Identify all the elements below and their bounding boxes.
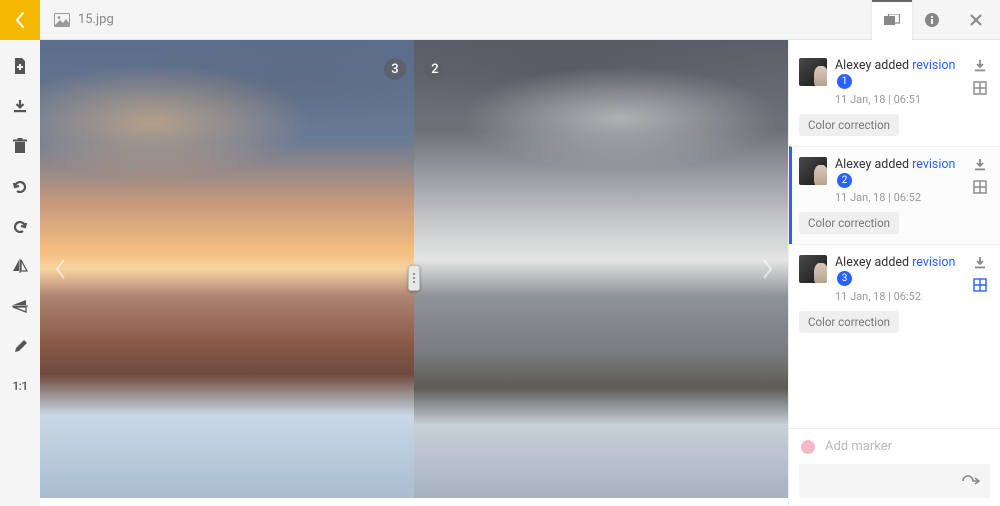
compare-tab[interactable] <box>872 0 912 40</box>
revision-download-button[interactable] <box>972 58 988 74</box>
download-button[interactable] <box>10 96 30 116</box>
compare-left-pane <box>40 40 414 498</box>
flip-horizontal-button[interactable] <box>10 296 30 316</box>
marker-color-dot <box>801 440 815 454</box>
undo-button[interactable] <box>10 216 30 236</box>
header-actions <box>872 0 1000 40</box>
add-marker-row[interactable]: Add marker <box>789 428 1000 464</box>
close-icon <box>969 13 983 27</box>
revision-compare-button[interactable] <box>972 80 988 96</box>
compare-slider-handle[interactable] <box>408 265 420 291</box>
info-icon <box>924 12 940 28</box>
image-icon <box>54 13 70 27</box>
comment-input[interactable] <box>799 464 990 498</box>
compare-view[interactable]: 3 2 <box>40 40 788 498</box>
revision-number-badge: 1 <box>837 74 852 89</box>
revision-number-badge: 3 <box>837 271 852 286</box>
avatar <box>799 58 827 86</box>
chevron-right-icon <box>761 257 775 281</box>
revision-title: Alexey added revision 1 <box>835 58 964 91</box>
zoom-ratio-button[interactable]: 1:1 <box>10 376 30 396</box>
revision-link[interactable]: revision <box>912 157 955 172</box>
revision-timestamp: 11 Jan, 18 | 06:52 <box>835 290 964 303</box>
chevron-left-icon <box>14 11 26 29</box>
download-icon <box>973 158 987 172</box>
revision-tag[interactable]: Color correction <box>799 212 899 234</box>
file-info: 15.jpg <box>40 12 872 27</box>
compare-icon <box>884 14 900 28</box>
delete-button[interactable] <box>10 136 30 156</box>
back-button[interactable] <box>0 0 40 40</box>
compare-right-badge: 2 <box>424 58 446 80</box>
main: 1:1 3 2 <box>0 40 1000 506</box>
revision-link[interactable]: revision <box>912 58 955 73</box>
submit-icon <box>962 475 980 487</box>
avatar <box>799 157 827 185</box>
info-button[interactable] <box>912 0 952 40</box>
add-file-button[interactable] <box>10 56 30 76</box>
compare-left-badge: 3 <box>384 58 406 80</box>
next-image-button[interactable] <box>750 251 786 287</box>
avatar <box>799 255 827 283</box>
download-icon <box>973 256 987 270</box>
revision-timestamp: 11 Jan, 18 | 06:52 <box>835 191 964 204</box>
add-marker-placeholder: Add marker <box>825 439 988 454</box>
revision-tag[interactable]: Color correction <box>799 311 899 333</box>
redo-button[interactable] <box>10 176 30 196</box>
edit-button[interactable] <box>10 336 30 356</box>
compare-right-pane <box>414 40 788 498</box>
revision-item[interactable]: Alexey added revision 2 11 Jan, 18 | 06:… <box>789 146 1000 245</box>
revision-compare-button[interactable] <box>972 179 988 195</box>
revision-link[interactable]: revision <box>912 255 955 270</box>
grid-icon <box>973 81 987 95</box>
left-toolbar: 1:1 <box>0 40 40 506</box>
revisions-list: Alexey added revision 1 11 Jan, 18 | 06:… <box>789 40 1000 428</box>
revision-compare-button[interactable] <box>972 277 988 293</box>
filename: 15.jpg <box>78 12 114 27</box>
revision-title: Alexey added revision 2 <box>835 157 964 190</box>
revision-item[interactable]: Alexey added revision 3 11 Jan, 18 | 06:… <box>789 244 1000 343</box>
chevron-left-icon <box>53 257 67 281</box>
close-button[interactable] <box>956 0 996 40</box>
prev-image-button[interactable] <box>42 251 78 287</box>
revisions-sidebar: Alexey added revision 1 11 Jan, 18 | 06:… <box>788 40 1000 506</box>
revision-download-button[interactable] <box>972 255 988 271</box>
revision-title: Alexey added revision 3 <box>835 255 964 288</box>
grid-icon <box>973 180 987 194</box>
revision-tag[interactable]: Color correction <box>799 114 899 136</box>
image-viewer: 3 2 <box>40 40 788 506</box>
app-header: 15.jpg <box>0 0 1000 40</box>
grid-icon <box>973 278 987 292</box>
revision-item[interactable]: Alexey added revision 1 11 Jan, 18 | 06:… <box>789 48 1000 146</box>
revision-download-button[interactable] <box>972 157 988 173</box>
revision-timestamp: 11 Jan, 18 | 06:51 <box>835 93 964 106</box>
download-icon <box>973 59 987 73</box>
flip-vertical-button[interactable] <box>10 256 30 276</box>
revision-number-badge: 2 <box>837 173 852 188</box>
